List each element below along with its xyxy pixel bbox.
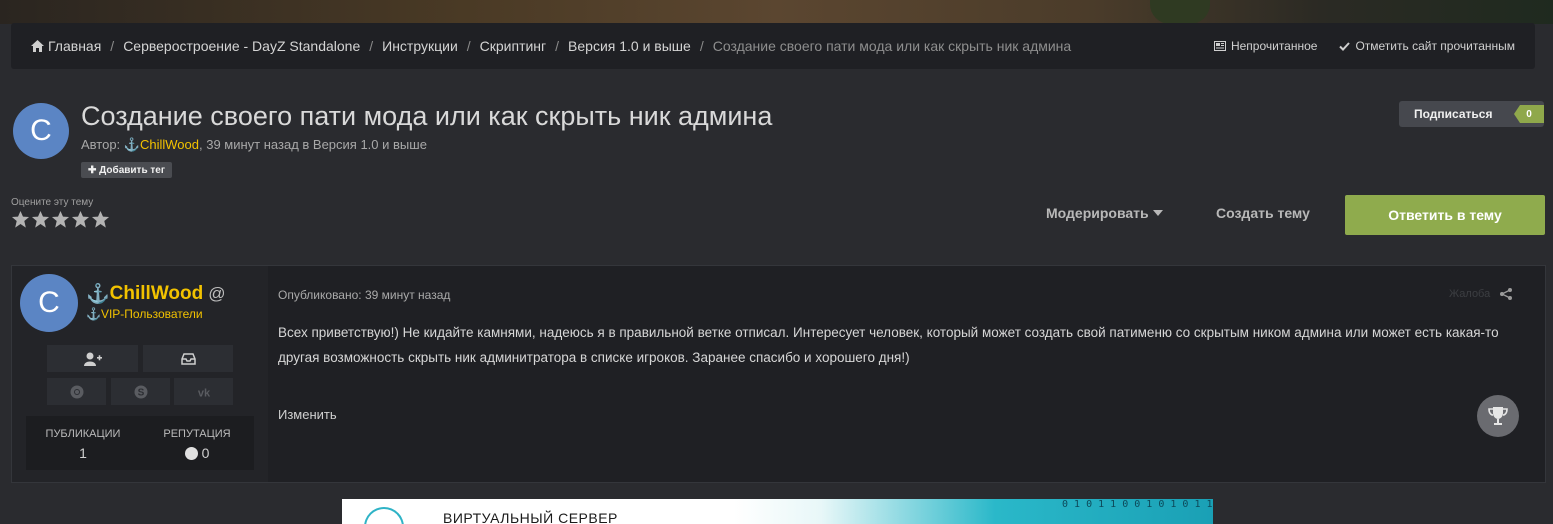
breadcrumb: Главная / Серверостроение - DayZ Standalo…	[11, 23, 1535, 69]
ad-banner[interactable]: ВИРТУАЛЬНЫЙ СЕРВЕР 0 1 0 1 1 0 0 1 0 1 0…	[342, 499, 1213, 524]
rate-label: Оцените эту тему	[11, 197, 94, 208]
moderate-button[interactable]: Модерировать	[1046, 205, 1163, 221]
svg-text:vk: vk	[197, 387, 210, 397]
byline-prefix: Автор:	[81, 137, 121, 152]
skype-button[interactable]: S	[111, 378, 170, 405]
stat-rep-value: 0	[201, 445, 210, 461]
follow-button[interactable]: Подписаться 0	[1399, 101, 1544, 127]
add-tag-label: Добавить тег	[99, 164, 166, 176]
breadcrumb-item[interactable]: Серверостроение - DayZ Standalone /	[123, 38, 382, 54]
follow-count-badge: 0	[1514, 105, 1544, 123]
ad-binary-digits: 0 1 0 1 1 0 0 1 0 1 0 1 1 0 1 0 0 1 1 0 …	[1062, 499, 1213, 510]
breadcrumb-link[interactable]: Инструкции	[382, 38, 458, 54]
star-icon[interactable]	[51, 210, 70, 229]
breadcrumb-link[interactable]: Главная	[48, 38, 101, 54]
share-icon[interactable]	[1500, 288, 1513, 300]
star-icon[interactable]	[71, 210, 90, 229]
breadcrumb-separator: /	[110, 38, 115, 54]
newspaper-icon	[1213, 41, 1226, 51]
breadcrumb-item[interactable]: Инструкции /	[382, 38, 480, 54]
star-icon[interactable]	[11, 210, 30, 229]
post: C ⚓ ChillWood @ ⚓VIP-Пользователи S vk ПУБ…	[11, 265, 1546, 483]
moderate-label: Модерировать	[1046, 205, 1149, 221]
post-tools: Жалоба	[1449, 288, 1513, 300]
byline-author[interactable]: ⚓ChillWood	[124, 137, 199, 152]
unread-label: Непрочитанное	[1230, 39, 1318, 53]
caret-down-icon	[1152, 210, 1163, 216]
mark-read-label: Отметить сайт прочитанным	[1355, 39, 1515, 53]
breadcrumb-link[interactable]: Серверостроение - DayZ Standalone	[123, 38, 360, 54]
breadcrumb-separator: /	[466, 38, 471, 54]
header-banner	[0, 0, 1553, 24]
ad-text: ВИРТУАЛЬНЫЙ СЕРВЕР	[443, 510, 618, 524]
add-friend-button[interactable]	[47, 345, 138, 372]
unread-link[interactable]: Непрочитанное	[1213, 39, 1318, 53]
byline-meta: , 39 минут назад в Версия 1.0 и выше	[199, 137, 427, 152]
at-icon[interactable]: @	[208, 284, 225, 304]
breadcrumb-link[interactable]: Версия 1.0 и выше	[568, 38, 691, 54]
post-group-name: VIP-Пользователи	[100, 307, 203, 321]
plus-icon: ✚	[88, 164, 100, 176]
post-group: ⚓VIP-Пользователи	[86, 307, 203, 321]
stat-rep-value-wrap: 0	[184, 445, 210, 461]
page-title: Создание своего пати мода или как скрыть…	[81, 101, 773, 131]
banner-figure	[1150, 0, 1210, 24]
post-published: Опубликовано: 39 минут назад	[278, 288, 451, 302]
reputation-dot-icon	[184, 446, 198, 460]
stat-posts: ПУБЛИКАЦИИ 1	[26, 416, 140, 470]
vk-button[interactable]: vk	[174, 378, 233, 405]
top-actions: Непрочитанное Отметить сайт прочитанным	[1192, 39, 1515, 53]
create-topic-button[interactable]: Создать тему	[1216, 205, 1310, 221]
report-link[interactable]: Жалоба	[1449, 288, 1490, 300]
stat-posts-value: 1	[79, 445, 87, 461]
breadcrumb-separator: /	[699, 38, 704, 54]
trophy-icon	[1488, 407, 1508, 425]
stat-rep-label: РЕПУТАЦИЯ	[163, 428, 231, 440]
post-author[interactable]: ⚓ ChillWood @	[86, 282, 226, 306]
topic-byline: Автор: ⚓ChillWood, 39 минут назад в Верс…	[81, 137, 427, 153]
star-icon[interactable]	[91, 210, 110, 229]
chrome-icon	[70, 385, 83, 398]
post-author-panel: C ⚓ ChillWood @ ⚓VIP-Пользователи S vk ПУБ…	[12, 266, 268, 482]
mark-read-link[interactable]: Отметить сайт прочитанным	[1339, 39, 1515, 53]
breadcrumb-item[interactable]: Скриптинг /	[480, 38, 568, 54]
home-icon	[31, 40, 44, 52]
add-tag-button[interactable]: ✚ Добавить тег	[81, 162, 173, 178]
trophy-button[interactable]	[1477, 395, 1519, 437]
skype-icon: S	[134, 385, 147, 398]
author-stats: ПУБЛИКАЦИИ 1 РЕПУТАЦИЯ 0	[26, 416, 254, 470]
reply-button[interactable]: Ответить в тему	[1345, 195, 1545, 235]
svg-text:S: S	[137, 387, 144, 398]
breadcrumb-separator: /	[555, 38, 560, 54]
message-button[interactable]	[143, 345, 233, 372]
breadcrumb-separator: /	[369, 38, 374, 54]
breadcrumb-item-home[interactable]: Главная /	[31, 38, 123, 54]
stat-reputation: РЕПУТАЦИЯ 0	[140, 416, 254, 470]
post-avatar[interactable]: C	[20, 274, 78, 332]
breadcrumb-item[interactable]: Версия 1.0 и выше /	[568, 38, 713, 54]
post-body: Всех приветствую!) Не кидайте камнями, н…	[278, 325, 1499, 365]
byline-author-name: ChillWood	[139, 137, 199, 152]
topic-avatar[interactable]: C	[13, 103, 69, 159]
cloud-icon	[364, 507, 404, 524]
check-icon	[1339, 41, 1351, 51]
user-plus-icon	[83, 352, 102, 366]
inbox-icon	[180, 352, 196, 365]
edit-link[interactable]: Изменить	[278, 407, 337, 422]
follow-label: Подписаться	[1414, 107, 1493, 121]
chrome-button[interactable]	[47, 378, 106, 405]
stat-posts-label: ПУБЛИКАЦИИ	[45, 428, 121, 440]
vk-icon: vk	[197, 387, 210, 397]
breadcrumb-link[interactable]: Скриптинг	[480, 38, 547, 54]
breadcrumb-current: Создание своего пати мода или как скрыть…	[712, 38, 1072, 54]
star-rating[interactable]	[11, 210, 110, 229]
star-icon[interactable]	[31, 210, 50, 229]
post-author-name: ChillWood	[109, 283, 204, 304]
